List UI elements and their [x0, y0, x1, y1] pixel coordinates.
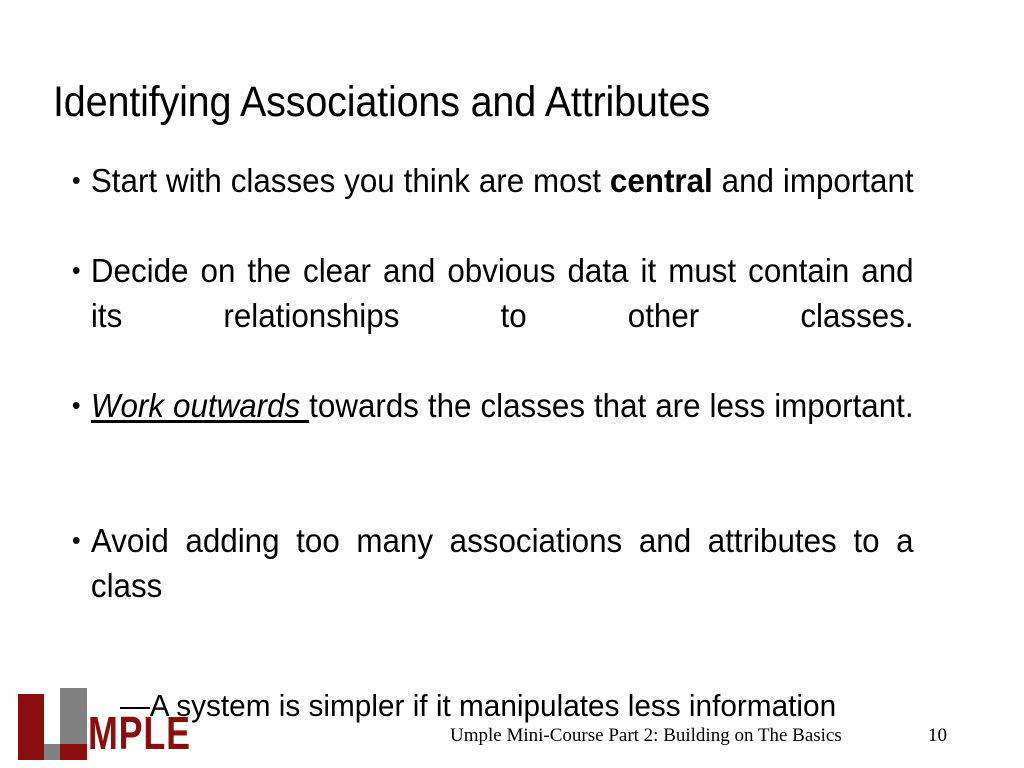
bullet-text-segment: Decide on the clear and obvious data it … [90, 252, 914, 334]
bullet-list: Start with classes you think are most ce… [70, 158, 958, 759]
list-item: Decide on the clear and obvious data it … [70, 248, 914, 383]
bullet-text-segment: and important [712, 162, 914, 199]
list-item: Start with classes you think are most ce… [70, 158, 914, 248]
bullet-emphasis-bold: central [609, 162, 713, 199]
sub-list-item: —A system is simpler if it manipulates l… [120, 684, 924, 728]
logo-wordmark: MPLE [88, 707, 191, 759]
list-item: Avoid adding too many associations and a… [70, 518, 914, 653]
logo-red-square-shape [60, 744, 87, 760]
footer-course-label: Umple Mini-Course Part 2: Building on Th… [450, 725, 842, 746]
logo-red-vertical-bar-shape [18, 694, 44, 760]
list-item: Work outwards towards the classes that a… [70, 383, 914, 473]
bullet-emphasis-italic-underline: Work outwards [90, 387, 310, 424]
subbullet-text-segment: —A system is simpler if it manipulates l… [120, 688, 837, 723]
bullet-text-segment: Avoid adding too many associations and a… [90, 522, 914, 604]
logo-gray-vertical-bar-shape [60, 688, 87, 744]
footer-page-number: 10 [928, 725, 947, 746]
bullet-text-segment: Start with classes you think are most [90, 162, 610, 199]
page-title: Identifying Associations and Attributes [53, 77, 710, 126]
slide-canvas: Identifying Associations and Attributes … [0, 0, 1024, 768]
bullet-spacer [70, 473, 958, 518]
bullet-text-segment: towards the classes that are less import… [309, 387, 914, 424]
